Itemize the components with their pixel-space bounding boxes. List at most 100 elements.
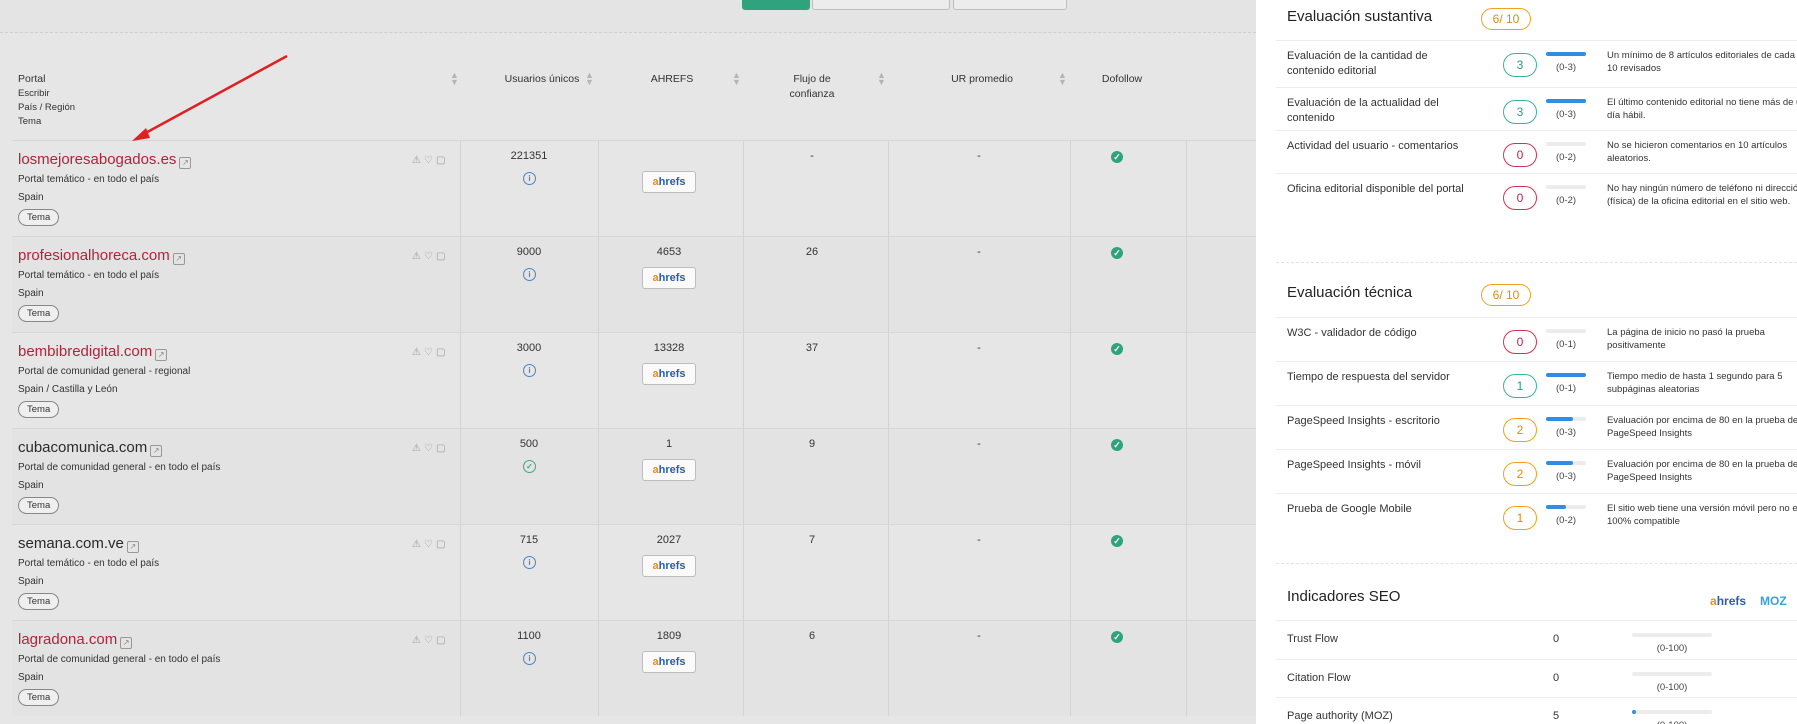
table-row[interactable]: losmejoresabogados.es ↗ Portal temático -… bbox=[12, 140, 1256, 236]
heart-icon[interactable]: ♡ bbox=[424, 251, 436, 262]
score-range: (0-1) bbox=[1555, 383, 1577, 394]
external-link-icon[interactable]: ↗ bbox=[179, 157, 192, 169]
warning-icon[interactable]: ⚠ bbox=[412, 635, 424, 646]
evaluation-item: Oficina editorial disponible del portal … bbox=[1276, 173, 1797, 232]
header-ur[interactable]: UR promedio bbox=[932, 72, 1032, 87]
heart-icon[interactable]: ♡ bbox=[424, 347, 436, 358]
note-icon[interactable]: ▢ bbox=[436, 155, 448, 166]
portal-link[interactable]: profesionalhoreca.com ↗ bbox=[18, 247, 185, 265]
info-icon[interactable]: i bbox=[523, 172, 536, 185]
toolbar-button[interactable] bbox=[953, 0, 1067, 10]
column-divider bbox=[460, 429, 461, 524]
table-row[interactable]: profesionalhoreca.com ↗ Portal temático -… bbox=[12, 236, 1256, 332]
sort-icon[interactable]: ▲ ▼ bbox=[450, 71, 459, 87]
note-icon[interactable]: ▢ bbox=[436, 539, 448, 550]
header-users[interactable]: Usuarios únicos bbox=[502, 72, 582, 87]
portal-link[interactable]: cubacomunica.com ↗ bbox=[18, 439, 163, 457]
heart-icon[interactable]: ♡ bbox=[424, 635, 436, 646]
warning-icon[interactable]: ⚠ bbox=[412, 443, 424, 454]
info-icon[interactable]: i bbox=[523, 556, 536, 569]
score-bar bbox=[1546, 329, 1586, 333]
table-row[interactable]: semana.com.ve ↗ Portal temático - en todo… bbox=[12, 524, 1256, 620]
portal-type: Portal de comunidad general - regional bbox=[18, 366, 191, 377]
trust-flow-value: 7 bbox=[808, 534, 816, 546]
warning-icon[interactable]: ⚠ bbox=[412, 251, 424, 262]
sort-icon[interactable]: ▲ ▼ bbox=[1058, 71, 1067, 87]
portal-type: Portal temático - en todo el país bbox=[18, 558, 160, 569]
column-divider bbox=[460, 333, 461, 428]
warning-icon[interactable]: ⚠ bbox=[412, 539, 424, 550]
external-link-icon[interactable]: ↗ bbox=[150, 445, 163, 457]
ahrefs-button[interactable]: ahrefs bbox=[642, 555, 696, 577]
header-ahrefs[interactable]: AHREFS bbox=[632, 72, 712, 87]
portal-link[interactable]: semana.com.ve ↗ bbox=[18, 535, 139, 553]
evaluation-description: Evaluación por encima de 80 en la prueba… bbox=[1607, 459, 1797, 483]
topic-tag[interactable]: Tema bbox=[18, 497, 60, 514]
heart-icon[interactable]: ♡ bbox=[424, 443, 436, 454]
header-trust-flow[interactable]: Flujo de confianza bbox=[772, 72, 852, 102]
portal-name[interactable]: bembibredigital.com bbox=[18, 343, 152, 360]
portal-name[interactable]: cubacomunica.com bbox=[18, 439, 147, 456]
evaluation-label: Prueba de Google Mobile bbox=[1287, 503, 1412, 515]
sort-icon[interactable]: ▲ ▼ bbox=[732, 71, 741, 87]
evaluation-item: W3C - validador de código 0 (0-1) La pág… bbox=[1276, 317, 1797, 362]
topic-tag[interactable]: Tema bbox=[18, 209, 60, 226]
seo-indicator-row: Trust Flow 0 (0-100) bbox=[1276, 620, 1797, 659]
portals-table: Portal Escribir País / Región Tema ▲ ▼ Us… bbox=[12, 60, 1256, 716]
primary-button[interactable] bbox=[742, 0, 810, 10]
evaluation-label: Evaluación de la cantidad de contenido e… bbox=[1287, 50, 1428, 77]
table-row[interactable]: cubacomunica.com ↗ Portal de comunidad ge… bbox=[12, 428, 1256, 524]
info-icon[interactable]: i bbox=[523, 268, 536, 281]
ahrefs-button[interactable]: ahrefs bbox=[642, 651, 696, 673]
score-pill: 1 bbox=[1503, 506, 1537, 530]
info-icon[interactable]: i bbox=[523, 652, 536, 665]
sort-icon[interactable]: ▲ ▼ bbox=[877, 71, 886, 87]
note-icon[interactable]: ▢ bbox=[436, 347, 448, 358]
note-icon[interactable]: ▢ bbox=[436, 443, 448, 454]
score-range: (0-3) bbox=[1555, 471, 1577, 482]
topic-tag[interactable]: Tema bbox=[18, 593, 60, 610]
ahrefs-button[interactable]: ahrefs bbox=[642, 171, 696, 193]
external-link-icon[interactable]: ↗ bbox=[120, 637, 133, 649]
portal-name[interactable]: lagradona.com bbox=[18, 631, 117, 648]
evaluation-description: No hay ningún número de teléfono ni dire… bbox=[1607, 183, 1797, 207]
portal-name[interactable]: profesionalhoreca.com bbox=[18, 247, 170, 264]
portal-name[interactable]: losmejoresabogados.es bbox=[18, 151, 176, 168]
check-icon[interactable]: ✓ bbox=[523, 460, 536, 473]
ahrefs-button[interactable]: ahrefs bbox=[642, 363, 696, 385]
external-link-icon[interactable]: ↗ bbox=[126, 541, 139, 553]
evaluation-label: PageSpeed Insights - móvil bbox=[1287, 459, 1421, 471]
external-link-icon[interactable]: ↗ bbox=[172, 253, 185, 265]
info-icon[interactable]: i bbox=[523, 364, 536, 377]
note-icon[interactable]: ▢ bbox=[436, 635, 448, 646]
ahrefs-button[interactable]: ahrefs bbox=[642, 459, 696, 481]
technical-score-badge: 6/ 10 bbox=[1481, 284, 1531, 306]
header-dofollow[interactable]: Dofollow bbox=[1082, 72, 1162, 87]
column-divider bbox=[460, 621, 461, 716]
portal-type: Portal de comunidad general - en todo el… bbox=[18, 654, 221, 665]
ur-value: - bbox=[977, 342, 981, 354]
ahrefs-button[interactable]: ahrefs bbox=[642, 267, 696, 289]
header-portal[interactable]: Portal Escribir País / Región Tema bbox=[18, 72, 75, 129]
topic-tag[interactable]: Tema bbox=[18, 305, 60, 322]
portal-link[interactable]: lagradona.com ↗ bbox=[18, 631, 133, 649]
warning-icon[interactable]: ⚠ bbox=[412, 155, 424, 166]
topic-tag[interactable]: Tema bbox=[18, 401, 60, 418]
note-icon[interactable]: ▢ bbox=[436, 251, 448, 262]
portal-link[interactable]: bembibredigital.com ↗ bbox=[18, 343, 168, 361]
seo-indicator-value: 5 bbox=[1553, 710, 1560, 722]
table-row[interactable]: bembibredigital.com ↗ Portal de comunidad… bbox=[12, 332, 1256, 428]
external-link-icon[interactable]: ↗ bbox=[155, 349, 168, 361]
table-row[interactable]: lagradona.com ↗ Portal de comunidad gener… bbox=[12, 620, 1256, 716]
score-bar bbox=[1546, 52, 1586, 56]
warning-icon[interactable]: ⚠ bbox=[412, 347, 424, 358]
portal-link[interactable]: losmejoresabogados.es ↗ bbox=[18, 151, 192, 169]
dofollow-check-icon: ✓ bbox=[1111, 631, 1123, 643]
heart-icon[interactable]: ♡ bbox=[424, 539, 436, 550]
toolbar-button[interactable] bbox=[812, 0, 950, 10]
sort-icon[interactable]: ▲ ▼ bbox=[585, 71, 594, 87]
column-divider bbox=[743, 429, 744, 524]
portal-name[interactable]: semana.com.ve bbox=[18, 535, 124, 552]
heart-icon[interactable]: ♡ bbox=[424, 155, 436, 166]
topic-tag[interactable]: Tema bbox=[18, 689, 60, 706]
